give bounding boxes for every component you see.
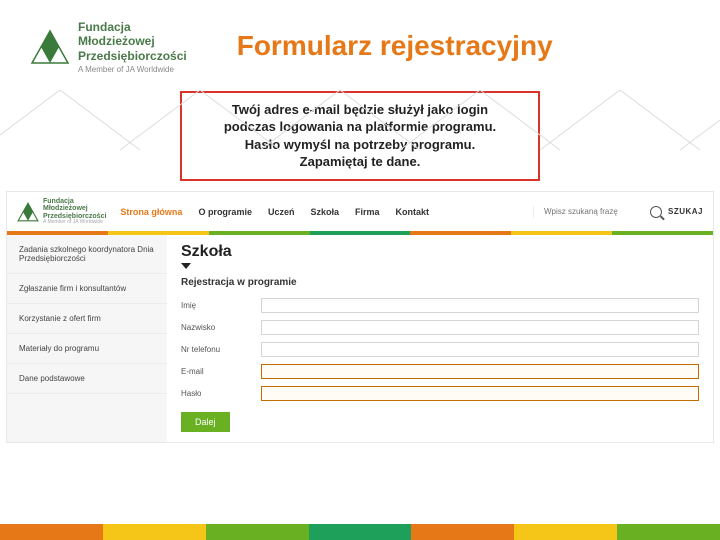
label-lastname: Nazwisko bbox=[181, 323, 261, 332]
label-firstname: Imię bbox=[181, 301, 261, 310]
app-logo-subtitle: A Member of JA Worldwide bbox=[43, 220, 106, 225]
sidebar-item-tasks[interactable]: Zadania szkolnego koordynatora Dnia Prze… bbox=[7, 235, 167, 274]
application-screenshot: Fundacja Młodzieżowej Przedsiębiorczości… bbox=[6, 191, 714, 443]
sidebar-item-offers[interactable]: Korzystanie z ofert firm bbox=[7, 304, 167, 334]
nav-school[interactable]: Szkoła bbox=[310, 207, 339, 217]
nav-contact[interactable]: Kontakt bbox=[396, 207, 430, 217]
info-line: Twój adres e-mail będzie służył jako log… bbox=[198, 101, 522, 119]
nav-company[interactable]: Firma bbox=[355, 207, 380, 217]
sidebar: Zadania szkolnego koordynatora Dnia Prze… bbox=[7, 235, 167, 442]
app-logo[interactable]: Fundacja Młodzieżowej Przedsiębiorczości… bbox=[17, 198, 106, 225]
nav-student[interactable]: Uczeń bbox=[268, 207, 295, 217]
info-line: podczas logowania na platformie programu… bbox=[198, 118, 522, 136]
label-phone: Nr telefonu bbox=[181, 345, 261, 354]
firstname-field[interactable] bbox=[261, 298, 699, 313]
sidebar-item-data[interactable]: Dane podstawowe bbox=[7, 364, 167, 394]
search-icon[interactable] bbox=[650, 206, 662, 218]
sidebar-item-submit[interactable]: Zgłaszanie firm i konsultantów bbox=[7, 274, 167, 304]
app-logo-line: Młodzieżowej bbox=[43, 205, 106, 212]
nav-home[interactable]: Strona główna bbox=[120, 207, 182, 217]
logo-line: Przedsiębiorczości bbox=[78, 49, 187, 63]
triangle-logo-icon bbox=[30, 29, 70, 65]
logo-subtitle: A Member of JA Worldwide bbox=[78, 65, 187, 75]
logo-line: Młodzieżowej bbox=[78, 34, 187, 48]
next-button[interactable]: Dalej bbox=[181, 412, 230, 432]
sidebar-item-materials[interactable]: Materiały do programu bbox=[7, 334, 167, 364]
triangle-logo-icon bbox=[17, 202, 39, 222]
org-logo: Fundacja Młodzieżowej Przedsiębiorczości… bbox=[30, 20, 187, 75]
info-line: Zapamiętaj te dane. bbox=[198, 153, 522, 171]
search-input[interactable] bbox=[544, 207, 644, 216]
chevron-down-icon bbox=[181, 263, 191, 269]
logo-line: Fundacja bbox=[78, 20, 187, 34]
section-subtitle: Rejestracja w programie bbox=[181, 277, 699, 288]
footer-color-bar bbox=[0, 524, 720, 540]
phone-field[interactable] bbox=[261, 342, 699, 357]
info-line: Hasło wymyśl na potrzeby programu. bbox=[198, 136, 522, 154]
label-password: Hasło bbox=[181, 389, 261, 398]
info-callout: Twój adres e-mail będzie służył jako log… bbox=[180, 91, 540, 181]
email-field[interactable] bbox=[261, 364, 699, 379]
app-logo-line: Fundacja bbox=[43, 198, 106, 205]
label-email: E-mail bbox=[181, 367, 261, 376]
search-button[interactable]: SZUKAJ bbox=[668, 207, 703, 216]
lastname-field[interactable] bbox=[261, 320, 699, 335]
page-title: Formularz rejestracyjny bbox=[237, 30, 553, 62]
password-field[interactable] bbox=[261, 386, 699, 401]
nav-about[interactable]: O programie bbox=[198, 207, 252, 217]
section-title: Szkoła bbox=[181, 243, 699, 261]
